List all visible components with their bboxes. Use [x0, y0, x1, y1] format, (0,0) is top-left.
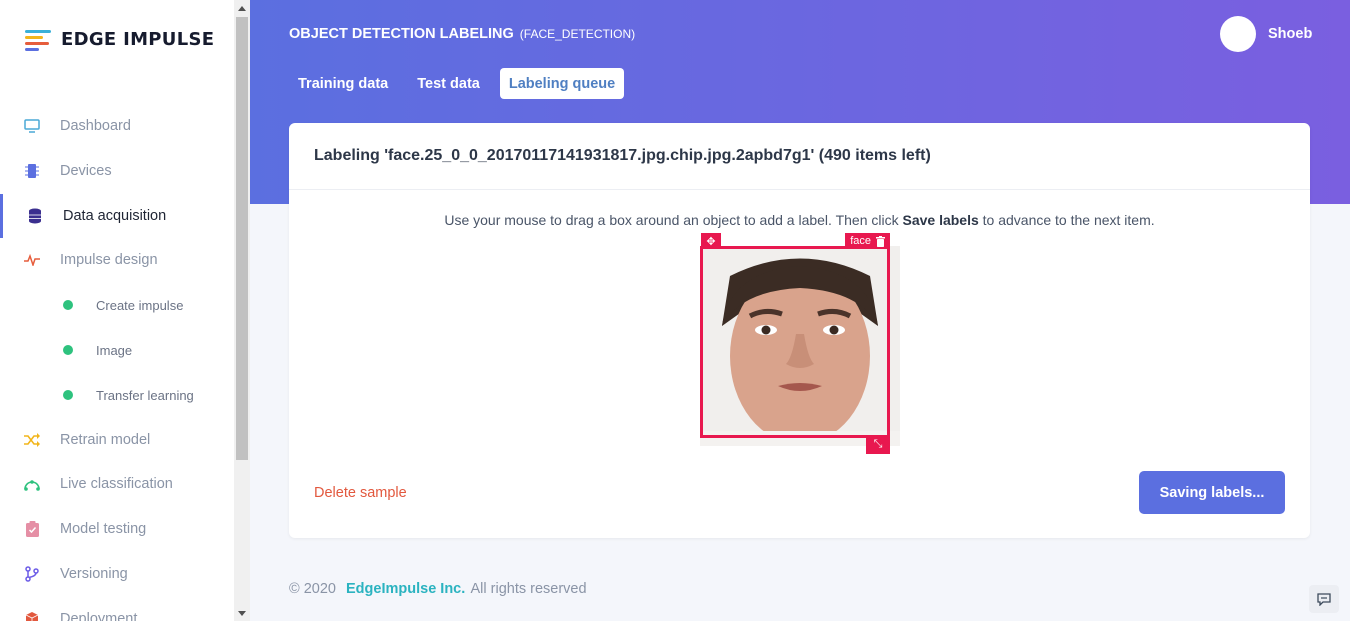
- sidebar-item-create-impulse[interactable]: Create impulse: [0, 283, 234, 327]
- delete-sample-link[interactable]: Delete sample: [314, 485, 407, 501]
- status-dot: [63, 345, 73, 355]
- sidebar-item-label: Impulse design: [60, 252, 158, 268]
- bbox-label-text: face: [850, 235, 871, 247]
- sidebar-item-label: Create impulse: [96, 297, 184, 313]
- sidebar-item-label: Live classification: [60, 476, 173, 492]
- sidebar: EDGE IMPULSE Dashboard Devices Data acqu…: [0, 0, 234, 621]
- sidebar-item-label: Retrain model: [60, 432, 151, 448]
- scroll-down-arrow-icon[interactable]: [238, 611, 246, 616]
- branch-icon: [24, 566, 40, 582]
- tab-training-data[interactable]: Training data: [289, 68, 397, 99]
- footer-copyright: © 2020: [289, 581, 336, 597]
- sidebar-item-label: Dashboard: [60, 118, 131, 134]
- sidebar-item-label: Data acquisition: [63, 208, 167, 224]
- footer: © 2020 EdgeImpulse Inc. All rights reser…: [289, 581, 587, 597]
- sidebar-item-retrain-model[interactable]: Retrain model: [0, 418, 234, 462]
- tab-bar: Training data Test data Labeling queue: [289, 68, 635, 99]
- instruction-pre: Use your mouse to drag a box around an o…: [444, 212, 903, 228]
- box-icon: [24, 611, 40, 621]
- chat-icon: [1317, 592, 1331, 606]
- user-menu[interactable]: Shoeb: [1220, 16, 1312, 52]
- bounding-box-label[interactable]: face: [845, 233, 890, 249]
- username[interactable]: Shoeb: [1268, 26, 1312, 42]
- sidebar-scrollbar[interactable]: [234, 0, 250, 621]
- sidebar-item-label: Devices: [60, 163, 112, 179]
- pulse-icon: [24, 252, 40, 268]
- labeling-card: Labeling 'face.25_0_0_20170117141931817.…: [289, 123, 1310, 538]
- card-title: Labeling 'face.25_0_0_20170117141931817.…: [289, 123, 1310, 190]
- page-title: OBJECT DETECTION LABELING (FACE_DETECTIO…: [289, 26, 635, 42]
- sidebar-item-data-acquisition[interactable]: Data acquisition: [0, 194, 234, 238]
- sidebar-item-live-classification[interactable]: Live classification: [0, 462, 234, 506]
- sidebar-item-label: Transfer learning: [96, 387, 194, 403]
- footer-brand-link[interactable]: EdgeImpulse Inc.: [346, 581, 465, 597]
- sidebar-item-label: Image: [96, 342, 133, 358]
- edge-impulse-logo-icon: [25, 28, 55, 51]
- database-icon: [27, 208, 43, 224]
- logo[interactable]: EDGE IMPULSE: [25, 28, 215, 51]
- tab-labeling-queue[interactable]: Labeling queue: [499, 68, 625, 99]
- resize-handle-icon[interactable]: ⤡: [866, 435, 890, 454]
- instruction-bold: Save labels: [902, 212, 979, 228]
- sidebar-item-label: Deployment: [60, 611, 138, 621]
- sidebar-item-image[interactable]: Image: [0, 328, 234, 372]
- sidebar-item-dashboard[interactable]: Dashboard: [0, 104, 234, 148]
- move-handle-icon[interactable]: ✥: [701, 233, 721, 249]
- monitor-icon: [24, 118, 40, 134]
- sidebar-item-model-testing[interactable]: Model testing: [0, 507, 234, 551]
- trash-icon[interactable]: [876, 235, 885, 247]
- sidebar-item-devices[interactable]: Devices: [0, 149, 234, 193]
- logo-text: EDGE IMPULSE: [61, 28, 215, 50]
- live-icon: [24, 476, 40, 492]
- sidebar-item-impulse-design[interactable]: Impulse design: [0, 238, 234, 282]
- status-dot: [63, 300, 73, 310]
- bounding-box[interactable]: ✥ face ⤡: [700, 233, 890, 454]
- page-title-text: OBJECT DETECTION LABELING: [289, 26, 514, 42]
- feedback-button[interactable]: [1309, 585, 1339, 613]
- status-dot: [63, 390, 73, 400]
- tab-test-data[interactable]: Test data: [408, 68, 489, 99]
- sidebar-item-label: Versioning: [60, 566, 128, 582]
- chip-icon: [24, 163, 40, 179]
- sidebar-item-versioning[interactable]: Versioning: [0, 552, 234, 596]
- instruction-text: Use your mouse to drag a box around an o…: [289, 212, 1310, 228]
- avatar[interactable]: [1220, 16, 1256, 52]
- shuffle-icon: [24, 432, 40, 448]
- page-subtitle: (FACE_DETECTION): [519, 27, 636, 41]
- footer-rights: All rights reserved: [470, 581, 587, 597]
- sidebar-item-deployment[interactable]: Deployment: [0, 597, 234, 621]
- sidebar-item-transfer-learning[interactable]: Transfer learning: [0, 373, 234, 417]
- scrollbar-thumb[interactable]: [236, 17, 248, 460]
- clipboard-check-icon: [24, 521, 40, 537]
- instruction-post: to advance to the next item.: [978, 212, 1155, 228]
- sidebar-item-label: Model testing: [60, 521, 147, 537]
- scroll-up-arrow-icon[interactable]: [238, 6, 246, 11]
- save-labels-button[interactable]: Saving labels...: [1139, 471, 1285, 514]
